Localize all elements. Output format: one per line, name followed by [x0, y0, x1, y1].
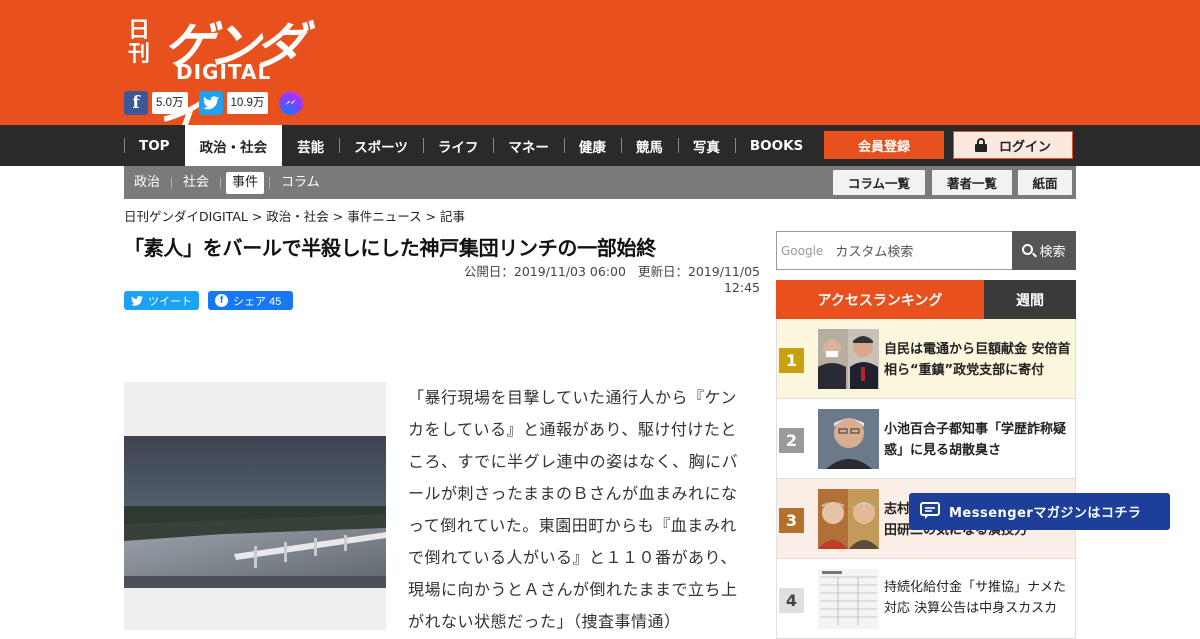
social-bar: f 5.0万 10.9万 [124, 91, 304, 115]
logo-nikkan: 日刊 [128, 17, 151, 67]
nav-photo[interactable]: 写真 [677, 125, 735, 166]
subnav-divider [171, 176, 173, 189]
subnav-divider [220, 176, 222, 189]
rank-number: 1 [779, 348, 804, 373]
article-dates: 公開日：2019/11/03 06:00 更新日：2019/11/05 12:45 [430, 261, 760, 295]
ranking-thumbnail [818, 329, 879, 389]
ranking-thumbnail [818, 569, 879, 629]
nav-books[interactable]: BOOKS [734, 125, 818, 166]
site-header: 日刊 ゲンダイ DIGITAL f 5.0万 10.9万 [0, 0, 1200, 147]
ranking-item[interactable]: 1 自民は電通から巨額献金 安倍首相ら“重鎮”政党支部に寄付 [776, 319, 1076, 399]
body-line: で倒れている人がいる』と１１０番があり、 [408, 548, 737, 567]
facebook-share-label: シェア 45 [233, 295, 282, 308]
subnav-politics[interactable]: 政治 [124, 172, 170, 194]
ranking-title: 持続化給付金「サ推協」ナメた対応 決算公告は中身スカスカ [884, 580, 1067, 616]
twitter-icon [131, 295, 143, 306]
updated-date: 更新日：2019/11/05 12:45 [637, 264, 760, 295]
ranking-item[interactable]: 4 持続化給付金「サ推協」ナメた対応 決算公告は中身スカスカ [776, 559, 1076, 639]
messenger-magazine-button[interactable]: Messengerマガジンはコチラ [909, 493, 1170, 530]
search-icon [1022, 244, 1034, 255]
logo-digital: DIGITAL [176, 60, 272, 84]
body-line: って倒れていた。東園田町からも『血まみれ [408, 516, 737, 535]
nav-keiba[interactable]: 競馬 [620, 125, 678, 166]
search-box: Google カスタム検索 検索 [776, 231, 1076, 270]
body-line: ールが刺さったままのＢさんが血まみれにな [408, 484, 738, 503]
search-input[interactable]: Google カスタム検索 [776, 231, 1013, 270]
messenger-icon[interactable] [279, 91, 304, 115]
facebook-icon[interactable]: f [124, 91, 148, 115]
body-line: ころ、すでに半グレ連中の姿はなく、胸にバ [408, 452, 739, 471]
ranking-title: 自民は電通から巨額献金 安倍首相ら“重鎮”政党支部に寄付 [884, 342, 1071, 378]
facebook-icon: f [215, 294, 228, 307]
ranking-thumbnail [818, 489, 879, 549]
nav-top[interactable]: TOP [124, 125, 185, 166]
messenger-label: Messengerマガジンはコチラ [949, 506, 1142, 521]
twitter-icon[interactable] [198, 91, 223, 115]
facebook-count: 5.0万 [152, 92, 188, 114]
search-button[interactable]: 検索 [1012, 231, 1076, 270]
article-photo[interactable] [124, 436, 386, 588]
nav-politics-society[interactable]: 政治・社会 [184, 125, 283, 166]
rank-number: 2 [779, 428, 804, 453]
published-date: 公開日：2019/11/03 06:00 [463, 264, 626, 279]
paper-button[interactable]: 紙面 [1018, 170, 1072, 195]
twitter-count: 10.9万 [226, 92, 269, 114]
body-line: 「暴行現場を目撃していた通行人から『ケン [408, 388, 738, 407]
nav-sports[interactable]: スポーツ [339, 125, 423, 166]
body-line: カをしている』と通報があり、駆け付けたと [408, 420, 737, 439]
subnav-column[interactable]: コラム [271, 172, 330, 194]
nav-life[interactable]: ライフ [422, 125, 494, 166]
facebook-share-button[interactable]: f シェア 45 [208, 291, 293, 310]
article-body: 「暴行現場を目撃していた通行人から『ケン カをしている』と通報があり、駆け付けた… [408, 382, 753, 638]
search-placeholder: カスタム検索 [835, 245, 914, 260]
register-button[interactable]: 会員登録 [824, 131, 944, 159]
google-label: Google [781, 243, 824, 258]
ranking-thumbnail [818, 409, 879, 469]
tweet-button[interactable]: ツイート [124, 291, 199, 310]
body-line: 現場に向かうとＡさんが倒れたままで立ち上 [408, 580, 738, 599]
body-line: がれない状態だった」（捜査事情通） [408, 612, 681, 631]
nav-money[interactable]: マネー [493, 125, 564, 166]
author-list-button[interactable]: 著者一覧 [932, 170, 1012, 195]
article-title: 「素人」をバールで半殺しにした神戸集団リンチの一部始終 [124, 236, 656, 260]
subnav-society[interactable]: 社会 [173, 172, 219, 194]
tab-access-ranking[interactable]: アクセスランキング [776, 280, 984, 319]
ranking-tabs: アクセスランキング 週間 [776, 280, 1076, 319]
column-list-button[interactable]: コラム一覧 [833, 170, 925, 195]
nav-health[interactable]: 健康 [563, 125, 621, 166]
rank-number: 3 [779, 508, 804, 533]
tweet-label: ツイート [148, 295, 192, 308]
ranking-item[interactable]: 2 小池百合子都知事「学歴詐称疑惑」に見る胡散臭さ [776, 399, 1076, 479]
site-logo[interactable]: 日刊 ゲンダイ DIGITAL [124, 10, 314, 147]
subnav-divider [269, 176, 271, 189]
tab-weekly[interactable]: 週間 [984, 280, 1076, 319]
login-label: ログイン [998, 139, 1051, 155]
login-button[interactable]: ログイン [953, 131, 1073, 159]
breadcrumb[interactable]: 日刊ゲンダイDIGITAL > 政治・社会 > 事件ニュース > 記事 [124, 206, 465, 225]
rank-number: 4 [779, 588, 804, 613]
nav-entertainment[interactable]: 芸能 [282, 125, 339, 166]
ranking-list: 1 自民は電通から巨額献金 安倍首相ら“重鎮”政党支部に寄付 2 小池百合子都知… [776, 319, 1076, 639]
chat-icon [920, 502, 940, 519]
lock-icon [974, 138, 987, 152]
ranking-title: 小池百合子都知事「学歴詐称疑惑」に見る胡散臭さ [884, 422, 1067, 458]
search-button-label: 検索 [1039, 245, 1066, 260]
subnav-incident[interactable]: 事件 [226, 171, 265, 194]
